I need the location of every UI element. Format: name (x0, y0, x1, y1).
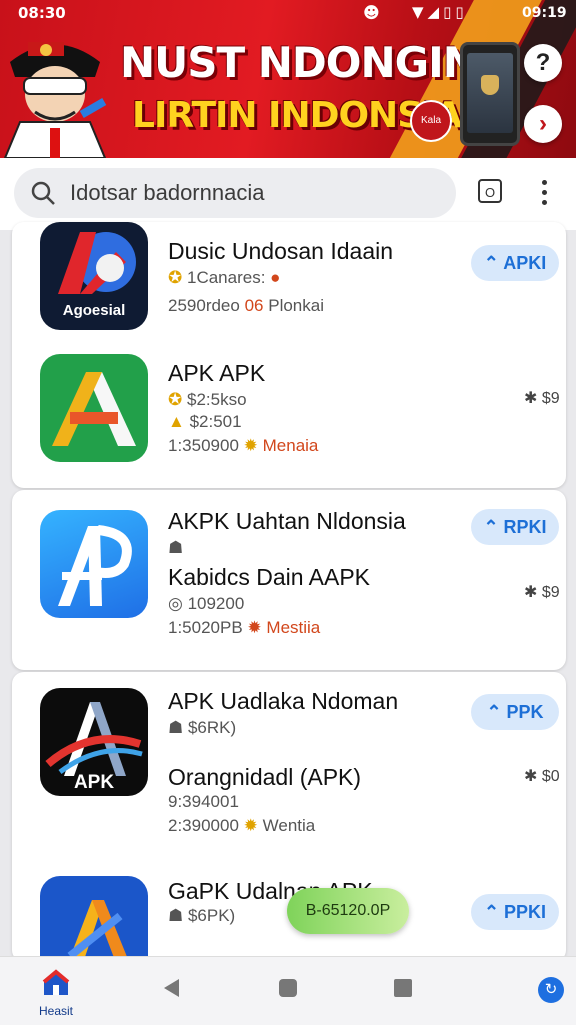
app-icon-label: APK (73, 772, 115, 793)
app-icon[interactable]: Agoesial (40, 222, 148, 330)
app-subtitle: Orangnidadl (APK) (168, 764, 362, 790)
phone-illustration (460, 42, 520, 146)
home-circle-icon[interactable] (279, 979, 297, 997)
app-meta: 9:394001 (168, 792, 239, 811)
app-title[interactable]: APK Uadlaka Ndoman (168, 688, 398, 715)
home-icon (42, 969, 70, 995)
status-time-right: 09:19 (522, 5, 567, 21)
more-options-icon[interactable] (535, 178, 553, 208)
refresh-icon[interactable]: ↻ (538, 977, 564, 1003)
app-icon[interactable] (40, 510, 148, 618)
app-icon[interactable]: APK (40, 688, 148, 796)
nav-home-label: Heasit (38, 1004, 73, 1018)
banner-title: NUST NDONGIN (120, 38, 478, 87)
app-meta-icon: ☗ (168, 538, 184, 557)
app-price: ✱ $0 (524, 768, 560, 785)
app-price: ✱ $9 (524, 390, 560, 407)
help-button[interactable]: ? (524, 44, 562, 82)
search-bar[interactable]: Idotsar badornnacia (14, 168, 456, 218)
app-meta: ✪ 1Canares: ● (168, 268, 281, 287)
app-title[interactable]: Dusic Undosan Idaain (168, 238, 393, 265)
app-meta: 1:5020PB ✹ Mestiia (168, 618, 321, 637)
bottom-navigation: Heasit ↻ (0, 956, 576, 1025)
back-icon[interactable] (164, 979, 179, 997)
search-input[interactable]: Idotsar badornnacia (70, 180, 264, 206)
app-icon-label: Agoesial (62, 302, 126, 319)
app-meta: ◎ 109200 (168, 594, 245, 613)
nav-home-button[interactable]: Heasit (34, 969, 78, 1019)
recent-apps-icon[interactable] (394, 979, 412, 997)
app-meta: 1:350900 ✹ Menaia (168, 436, 319, 455)
app-icon[interactable] (40, 354, 148, 462)
app-meta: ☗ $6RK) (168, 718, 237, 737)
banner-next-button[interactable]: › (524, 105, 562, 143)
apk-button[interactable]: ⌃ RPKI (471, 509, 559, 545)
phone-screen (467, 53, 513, 133)
signal-icons: ▼◢▯▯ (412, 3, 468, 21)
status-time: 08:30 (18, 4, 66, 22)
app-meta: ☗ $6PK) (168, 906, 236, 925)
garuda-emblem-icon (481, 75, 499, 95)
apk-button[interactable]: ⌃ APKI (471, 245, 559, 281)
apk-button[interactable]: ⌃ PPKI (471, 894, 559, 930)
app-meta: 2:390000 ✹ Wentia (168, 816, 316, 835)
app-card: Agoesial Dusic Undosan Idaain ✪ 1Canares… (12, 222, 566, 488)
mascot-illustration (3, 42, 107, 158)
notification-icon: ☻ (363, 3, 380, 22)
app-card: AKPK Uahtan Nldonsia ☗ Kabidcs Dain AAPK… (12, 490, 566, 670)
app-price: ✱ $9 (524, 584, 560, 601)
camera-search-icon[interactable]: O (478, 179, 502, 203)
search-icon (31, 181, 55, 205)
app-subtitle: Kabidcs Dain AAPK (168, 564, 371, 590)
apk-button[interactable]: ⌃ PPK (471, 694, 559, 730)
promo-banner[interactable]: 08:30 ☻ ▼◢▯▯ 09:19 NUST NDONGIN LIRTIN I… (0, 0, 576, 158)
banner-badge: Kala (410, 100, 452, 142)
app-icon[interactable] (40, 876, 148, 962)
app-meta: ✪ $2:5kso (168, 390, 247, 409)
app-meta: 2590rdeo 06 Plonkai (168, 296, 324, 315)
app-title[interactable]: AKPK Uahtan Nldonsia (168, 508, 406, 535)
download-toast[interactable]: B-65120.0P (287, 888, 409, 934)
app-title[interactable]: APK APK (168, 360, 265, 387)
app-meta: ▲ $2:501 (168, 412, 242, 431)
